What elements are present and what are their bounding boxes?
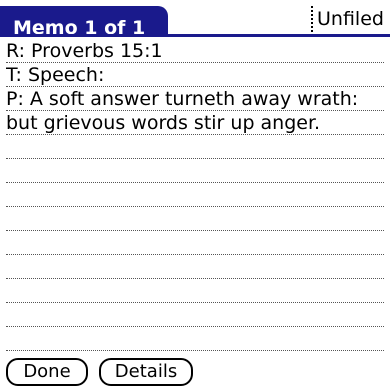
memo-line[interactable] (6, 231, 384, 255)
memo-line[interactable] (6, 135, 384, 159)
category-select[interactable]: Unfiled (311, 6, 390, 32)
memo-line[interactable]: P: A soft answer turneth away wrath: (6, 87, 384, 111)
memo-line[interactable] (6, 327, 384, 351)
memo-line[interactable] (6, 159, 384, 183)
memo-line[interactable] (6, 303, 384, 327)
memo-text-area[interactable]: R: Proverbs 15:1 T: Speech: P: A soft an… (0, 37, 390, 351)
memo-line[interactable]: R: Proverbs 15:1 (6, 39, 384, 63)
memo-line[interactable]: but grievous words stir up anger. (6, 111, 384, 135)
memo-line[interactable] (6, 183, 384, 207)
title-bar: Memo 1 of 1 Unfiled (0, 0, 390, 39)
memo-line[interactable]: T: Speech: (6, 63, 384, 87)
memo-line[interactable] (6, 207, 384, 231)
done-button[interactable]: Done (6, 358, 88, 386)
title-tab: Memo 1 of 1 (0, 6, 168, 39)
details-button[interactable]: Details (99, 358, 193, 386)
button-bar: Done Details (0, 354, 390, 391)
memo-line[interactable] (6, 255, 384, 279)
memo-line[interactable] (6, 279, 384, 303)
